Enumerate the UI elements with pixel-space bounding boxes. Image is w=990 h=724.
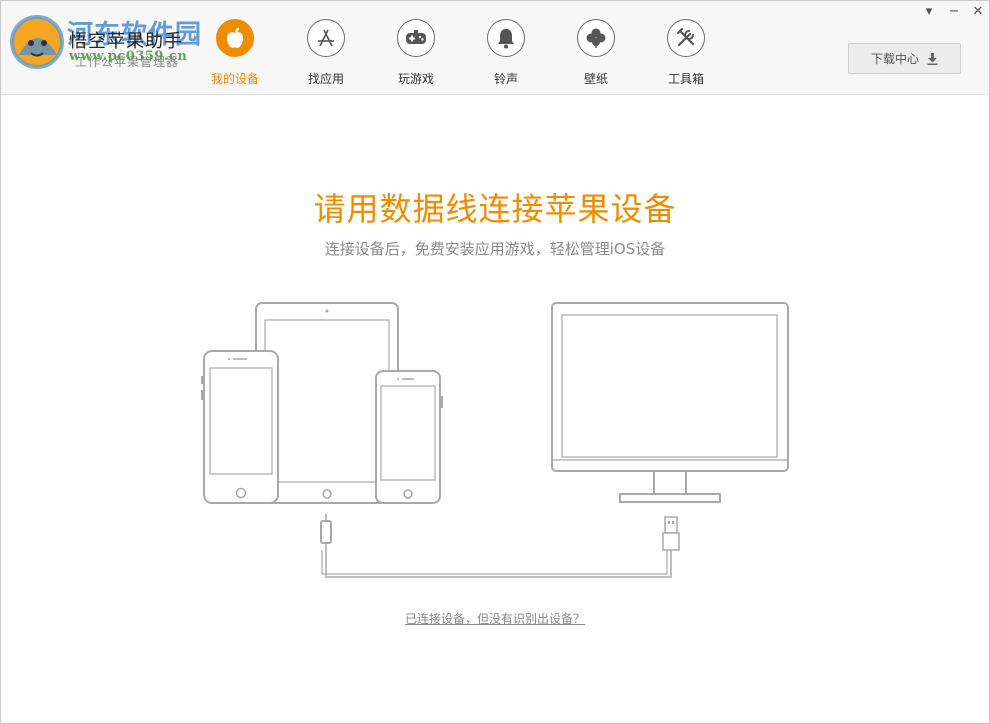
top-toolbar: 河东软件园 悟空苹果助手 工作公苹果管理器 www.pc0359.cn 我的设备 [1,1,989,95]
connect-headline: 请用数据线连接苹果设备 [313,190,677,228]
gamepad-icon [397,19,435,57]
close-button[interactable]: ✕ [968,4,988,22]
nav-toolbox[interactable]: 工具箱 [650,15,722,87]
nav-wallpaper[interactable]: 壁纸 [560,15,632,87]
help-link-container: 已连接设备，但没有识别出设备？ [1,610,989,627]
iphone-small-illustration [375,370,443,504]
nav-ringtones[interactable]: 铃声 [470,15,542,87]
apple-icon [216,19,254,57]
watermark-url: www.pc0359.cn [69,49,188,64]
monitor-illustration [551,302,789,503]
nav-label: 壁纸 [583,72,608,86]
nav-find-apps[interactable]: 找应用 [290,15,362,87]
menu-dropdown-button[interactable]: ▾ [919,4,939,22]
bell-icon [487,19,525,57]
device-not-recognized-link[interactable]: 已连接设备，但没有识别出设备？ [405,612,585,626]
connect-subline: 连接设备后，免费安装应用游戏，轻松管理iOS设备 [324,240,666,258]
connect-illustration [201,302,789,578]
nav-label: 找应用 [307,72,344,86]
nav-label: 我的设备 [210,72,259,86]
app-window: 河东软件园 悟空苹果助手 工作公苹果管理器 www.pc0359.cn 我的设备 [0,0,990,724]
usb-cable-illustration [320,514,680,578]
nav-label: 玩游戏 [397,72,434,86]
nav-my-device[interactable]: 我的设备 [199,15,271,87]
minimize-button[interactable]: − [944,4,964,22]
nav-label: 工具箱 [667,72,704,86]
download-center-label: 下载中心 [870,52,919,66]
download-center-button[interactable]: 下载中心 [848,43,961,74]
clover-icon [577,19,615,57]
nav-label: 铃声 [493,72,518,86]
tools-icon [667,19,705,57]
nav-games[interactable]: 玩游戏 [380,15,452,87]
iphone-large-illustration [201,350,279,504]
download-icon [927,52,938,65]
app-store-icon [307,19,345,57]
app-logo [10,15,64,69]
